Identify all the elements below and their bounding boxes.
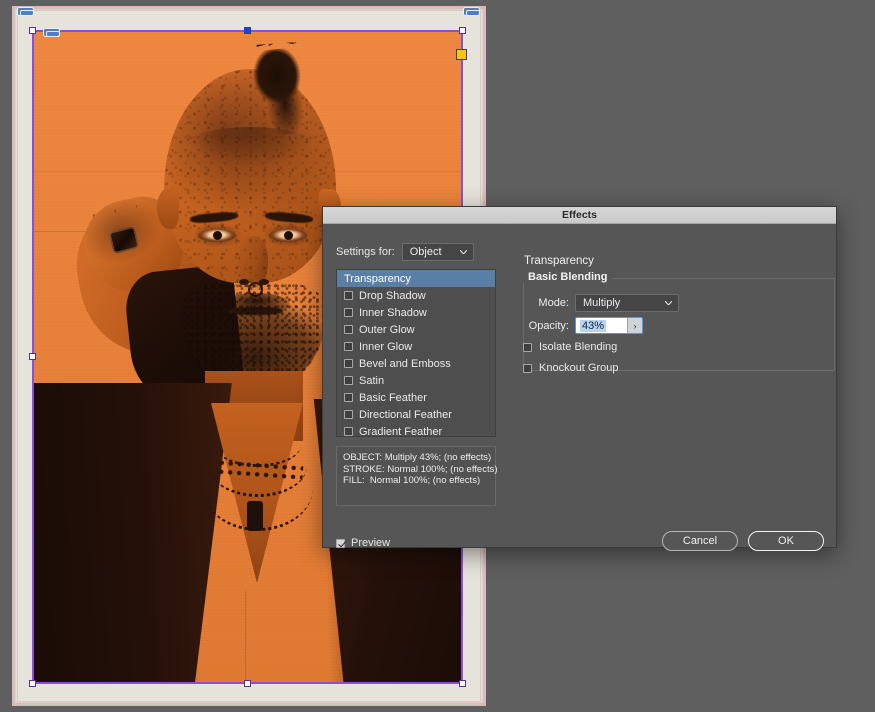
basic-blending-legend: Basic Blending: [523, 271, 613, 283]
list-item-label: Transparency: [344, 272, 411, 285]
preview-label: Preview: [351, 537, 391, 549]
settings-for-value: Object: [409, 246, 442, 258]
left-ear: [157, 189, 179, 229]
settings-for-label: Settings for:: [336, 246, 395, 258]
chevron-down-icon: [665, 301, 672, 305]
ok-button[interactable]: OK: [748, 531, 824, 551]
opacity-input[interactable]: 43% ›: [575, 317, 643, 334]
checkbox-basic-feather[interactable]: [344, 393, 353, 402]
right-pupil: [284, 231, 293, 240]
list-item-label: Outer Glow: [359, 323, 415, 336]
list-item-inner-glow[interactable]: Inner Glow: [337, 338, 495, 355]
necklace-pendant: [247, 501, 263, 531]
dialog-body: Settings for: Object Transparency Drop S…: [323, 224, 836, 551]
list-item-directional-feather[interactable]: Directional Feather: [337, 406, 495, 423]
effects-summary: OBJECT: Multiply 43%; (no effects) STROK…: [336, 446, 498, 506]
blend-mode-row: Mode: Multiply: [523, 294, 679, 312]
dialog-titlebar[interactable]: Effects: [323, 207, 836, 224]
checkbox-drop-shadow[interactable]: [344, 291, 353, 300]
left-pupil: [213, 231, 222, 240]
checkbox-bevel-and-emboss[interactable]: [344, 359, 353, 368]
checkbox-knockout-group[interactable]: [523, 363, 532, 373]
effects-dialog: Effects Settings for: Object Transparenc…: [322, 206, 837, 551]
link-badge-top-icon[interactable]: [463, 7, 480, 16]
mohawk-strands: [252, 41, 316, 115]
checkbox-preview[interactable]: [336, 538, 345, 548]
checkbox-gradient-feather[interactable]: [344, 427, 353, 436]
effects-list[interactable]: Transparency Drop Shadow Inner Shadow Ou…: [336, 269, 496, 440]
list-item-label: Directional Feather: [359, 408, 452, 421]
list-item-label: Inner Glow: [359, 340, 413, 353]
blend-mode-dropdown[interactable]: Multiply: [575, 294, 679, 312]
dialog-title: Effects: [561, 209, 597, 221]
list-item-label: Gradient Feather: [359, 425, 443, 438]
list-item-outer-glow[interactable]: Outer Glow: [337, 321, 495, 338]
checkbox-directional-feather[interactable]: [344, 410, 353, 419]
isolate-blending-label: Isolate Blending: [539, 341, 618, 353]
blend-mode-value: Multiply: [583, 297, 621, 309]
knockout-group-row[interactable]: Knockout Group: [523, 362, 619, 374]
cancel-button[interactable]: Cancel: [662, 531, 738, 551]
list-item-label: Inner Shadow: [359, 306, 427, 319]
list-item-drop-shadow[interactable]: Drop Shadow: [337, 287, 495, 304]
preview-row[interactable]: Preview: [336, 537, 390, 549]
opacity-label: Opacity:: [528, 319, 569, 332]
checkbox-inner-shadow[interactable]: [344, 308, 353, 317]
isolate-blending-row[interactable]: Isolate Blending: [523, 341, 617, 353]
checkbox-satin[interactable]: [344, 376, 353, 385]
list-item-bevel-and-emboss[interactable]: Bevel and Emboss: [337, 355, 495, 372]
list-item-transparency[interactable]: Transparency: [337, 270, 495, 287]
checkbox-inner-glow[interactable]: [344, 342, 353, 351]
list-item-gradient-feather[interactable]: Gradient Feather: [337, 423, 495, 440]
checkbox-outer-glow[interactable]: [344, 325, 353, 334]
application-window: Effects Settings for: Object Transparenc…: [0, 0, 875, 712]
moustache: [223, 293, 289, 313]
list-item-satin[interactable]: Satin: [337, 372, 495, 389]
opacity-value: 43%: [580, 319, 607, 332]
knockout-group-label: Knockout Group: [539, 362, 619, 374]
blend-mode-label: Mode:: [538, 297, 569, 309]
list-item-label: Drop Shadow: [359, 289, 426, 302]
transparency-panel: Transparency Basic Blending Mode: Multip…: [513, 224, 836, 548]
list-item-basic-feather[interactable]: Basic Feather: [337, 389, 495, 406]
dialog-button-bar: Cancel OK: [662, 531, 824, 551]
opacity-stepper-icon[interactable]: ›: [627, 318, 642, 333]
checkbox-isolate-blending[interactable]: [523, 342, 532, 352]
settings-for-dropdown[interactable]: Object: [401, 243, 474, 261]
opacity-row: Opacity: 43% ›: [523, 317, 643, 334]
content-collector-badge-icon[interactable]: [17, 7, 34, 16]
list-item-label: Bevel and Emboss: [359, 357, 451, 370]
panel-heading: Transparency: [524, 255, 594, 267]
list-item-label: Satin: [359, 374, 385, 387]
list-item-inner-shadow[interactable]: Inner Shadow: [337, 304, 495, 321]
settings-for-row: Settings for: Object: [336, 243, 474, 261]
chevron-down-icon: [459, 250, 467, 254]
list-item-label: Basic Feather: [359, 391, 427, 404]
link-badge-icon[interactable]: [43, 28, 60, 37]
